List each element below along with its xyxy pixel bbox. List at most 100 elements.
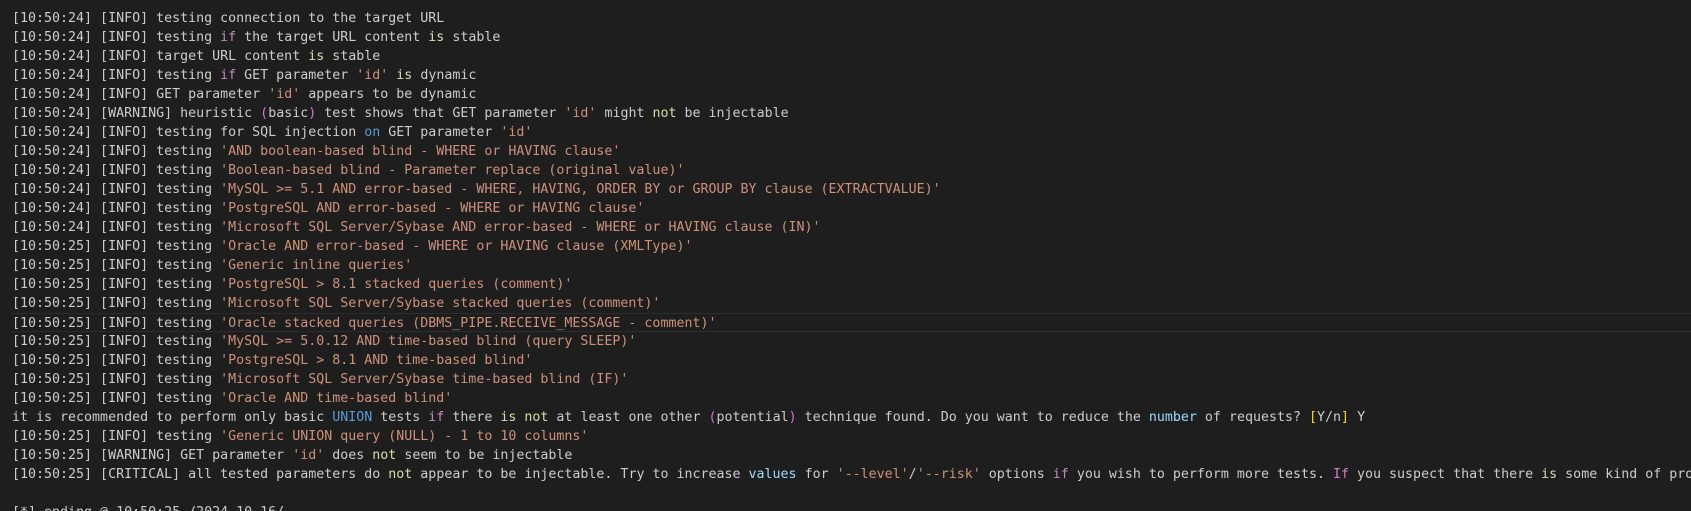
terminal-token: GET parameter bbox=[236, 68, 357, 83]
terminal-output[interactable]: [10:50:24] [INFO] testing connection to … bbox=[0, 0, 1691, 511]
terminal-token: be injectable bbox=[676, 106, 789, 121]
terminal-token: 'id' bbox=[500, 125, 533, 140]
terminal-line: [10:50:24] [INFO] testing if the target … bbox=[12, 28, 1691, 47]
terminal-token: [*] ending @ 10:50:25 /2024-10-16/ bbox=[12, 505, 284, 511]
terminal-token: is bbox=[396, 68, 413, 83]
terminal-token: [10:50:24] [INFO] testing bbox=[12, 220, 221, 235]
terminal-token: 'MySQL >= 5.1 AND error-based - WHERE, H… bbox=[220, 182, 941, 197]
terminal-token: [10:50:24] [INFO] testing bbox=[12, 182, 221, 197]
terminal-token: 'id' bbox=[292, 448, 325, 463]
terminal-line: [10:50:25] [INFO] testing 'Generic inlin… bbox=[12, 256, 1691, 275]
terminal-line: [10:50:25] [INFO] testing 'Oracle AND er… bbox=[12, 237, 1691, 256]
terminal-token: [10:50:25] [INFO] testing bbox=[12, 277, 221, 292]
terminal-token: [10:50:25] [INFO] testing bbox=[12, 258, 221, 273]
terminal-token: [10:50:24] [INFO] GET parameter bbox=[12, 87, 269, 102]
terminal-token: [10:50:24] [INFO] testing bbox=[12, 163, 221, 178]
terminal-token: options bbox=[980, 467, 1053, 482]
terminal-token: if bbox=[220, 68, 237, 83]
terminal-token: 'MySQL >= 5.0.12 AND time-based blind (q… bbox=[220, 334, 637, 349]
terminal-token: values bbox=[748, 467, 797, 482]
terminal-line: [10:50:25] [INFO] testing 'PostgreSQL > … bbox=[12, 351, 1691, 370]
terminal-line: [10:50:24] [INFO] testing 'Microsoft SQL… bbox=[12, 218, 1691, 237]
terminal-line: [10:50:24] [INFO] target URL content is … bbox=[12, 47, 1691, 66]
terminal-line: [10:50:25] [INFO] testing 'Oracle AND ti… bbox=[12, 389, 1691, 408]
terminal-token: does bbox=[324, 448, 373, 463]
terminal-token: number bbox=[1148, 410, 1197, 425]
terminal-token: 'Boolean-based blind - Parameter replace… bbox=[220, 163, 685, 178]
terminal-token: appear to be injectable. Try to increase bbox=[412, 467, 749, 482]
terminal-token: 'Generic inline queries' bbox=[220, 258, 413, 273]
terminal-token: seem to be injectable bbox=[396, 448, 573, 463]
terminal-token: not bbox=[652, 106, 677, 121]
terminal-token: [10:50:25] [INFO] testing bbox=[12, 372, 221, 387]
terminal-token: not bbox=[372, 448, 397, 463]
terminal-token: appears to be dynamic bbox=[300, 87, 477, 102]
terminal-token: at least one other bbox=[548, 410, 709, 425]
terminal-token: of requests? bbox=[1196, 410, 1309, 425]
terminal-token: if bbox=[428, 410, 445, 425]
terminal-token: tests bbox=[372, 410, 429, 425]
terminal-token: 'Oracle stacked queries (DBMS_PIPE.RECEI… bbox=[220, 316, 717, 331]
terminal-token: [10:50:24] [INFO] testing connection to … bbox=[12, 11, 445, 26]
terminal-line: [10:50:24] [INFO] testing 'Boolean-based… bbox=[12, 161, 1691, 180]
terminal-line: [10:50:24] [INFO] testing 'MySQL >= 5.1 … bbox=[12, 180, 1691, 199]
terminal-line: [10:50:24] [INFO] testing for SQL inject… bbox=[12, 123, 1691, 142]
terminal-token: 'Microsoft SQL Server/Sybase AND error-b… bbox=[220, 220, 821, 235]
terminal-token: [10:50:25] [INFO] testing bbox=[12, 429, 221, 444]
terminal-token: 'Oracle AND time-based blind' bbox=[220, 391, 453, 406]
terminal-token: ( bbox=[708, 410, 717, 425]
terminal-token: stable bbox=[444, 30, 501, 45]
terminal-token: 'Generic UNION query (NULL) - 1 to 10 co… bbox=[220, 429, 589, 444]
terminal-token: some kind of protection bbox=[1565, 467, 1691, 482]
terminal-line: [10:50:24] [INFO] GET parameter 'id' app… bbox=[12, 85, 1691, 104]
terminal-line: [10:50:25] [WARNING] GET parameter 'id' … bbox=[12, 446, 1691, 465]
terminal-line: [10:50:25] [INFO] testing 'Microsoft SQL… bbox=[12, 370, 1691, 389]
terminal-token: '--level' bbox=[836, 467, 909, 482]
terminal-token: [10:50:25] [INFO] testing bbox=[12, 391, 221, 406]
terminal-token: [10:50:25] [CRITICAL] all tested paramet… bbox=[12, 467, 389, 482]
terminal-token: UNION bbox=[332, 410, 373, 425]
terminal-line: [10:50:25] [INFO] testing 'Oracle stacke… bbox=[12, 313, 1691, 332]
terminal-line: [10:50:24] [INFO] testing 'PostgreSQL AN… bbox=[12, 199, 1691, 218]
terminal-token: [10:50:24] [INFO] testing bbox=[12, 201, 221, 216]
terminal-token: you wish to perform more tests. bbox=[1068, 467, 1333, 482]
terminal-token: If bbox=[1333, 467, 1350, 482]
terminal-line: [10:50:24] [INFO] testing connection to … bbox=[12, 9, 1691, 28]
terminal-token: [10:50:25] [WARNING] GET parameter bbox=[12, 448, 293, 463]
terminal-token: you suspect that there bbox=[1349, 467, 1542, 482]
terminal-line: [10:50:25] [CRITICAL] all tested paramet… bbox=[12, 465, 1691, 484]
terminal-token: [10:50:24] [INFO] target URL content bbox=[12, 49, 309, 64]
terminal-token: is bbox=[308, 49, 325, 64]
terminal-token: potential bbox=[716, 410, 789, 425]
terminal-token: [10:50:25] [INFO] testing bbox=[12, 296, 221, 311]
terminal-token: 'id' bbox=[268, 87, 301, 102]
terminal-token: the target URL content bbox=[236, 30, 429, 45]
terminal-token: if bbox=[220, 30, 237, 45]
terminal-token: 'id' bbox=[356, 68, 389, 83]
terminal-line: [10:50:24] [WARNING] heuristic (basic) t… bbox=[12, 104, 1691, 123]
terminal-token: 'Microsoft SQL Server/Sybase time-based … bbox=[220, 372, 629, 387]
terminal-line: [10:50:25] [INFO] testing 'Microsoft SQL… bbox=[12, 294, 1691, 313]
terminal-token: basic bbox=[268, 106, 309, 121]
terminal-token: stable bbox=[324, 49, 381, 64]
terminal-token: Y/n bbox=[1317, 410, 1342, 425]
terminal-line: [10:50:24] [INFO] testing if GET paramet… bbox=[12, 66, 1691, 85]
terminal-line: [*] ending @ 10:50:25 /2024-10-16/ bbox=[12, 503, 1691, 511]
terminal-token: GET parameter bbox=[380, 125, 501, 140]
terminal-line: [10:50:24] [INFO] testing 'AND boolean-b… bbox=[12, 142, 1691, 161]
terminal-token: 'AND boolean-based blind - WHERE or HAVI… bbox=[220, 144, 621, 159]
terminal-token: [10:50:24] [INFO] testing for SQL inject… bbox=[12, 125, 365, 140]
terminal-token: if bbox=[1052, 467, 1069, 482]
terminal-token: [10:50:24] [INFO] testing bbox=[12, 30, 221, 45]
terminal-token: technique found. Do you want to reduce t… bbox=[796, 410, 1149, 425]
terminal-token: [10:50:25] [INFO] testing bbox=[12, 353, 221, 368]
terminal-token: for bbox=[796, 467, 837, 482]
terminal-token: there bbox=[444, 410, 501, 425]
terminal-token: [10:50:24] [INFO] testing bbox=[12, 68, 221, 83]
terminal-token: [10:50:25] [INFO] testing bbox=[12, 239, 221, 254]
terminal-token: 'PostgreSQL > 8.1 AND time-based blind' bbox=[220, 353, 533, 368]
terminal-token: / bbox=[908, 467, 917, 482]
terminal-token: [ bbox=[1309, 410, 1318, 425]
terminal-token: 'Microsoft SQL Server/Sybase stacked que… bbox=[220, 296, 661, 311]
terminal-token: ( bbox=[260, 106, 269, 121]
